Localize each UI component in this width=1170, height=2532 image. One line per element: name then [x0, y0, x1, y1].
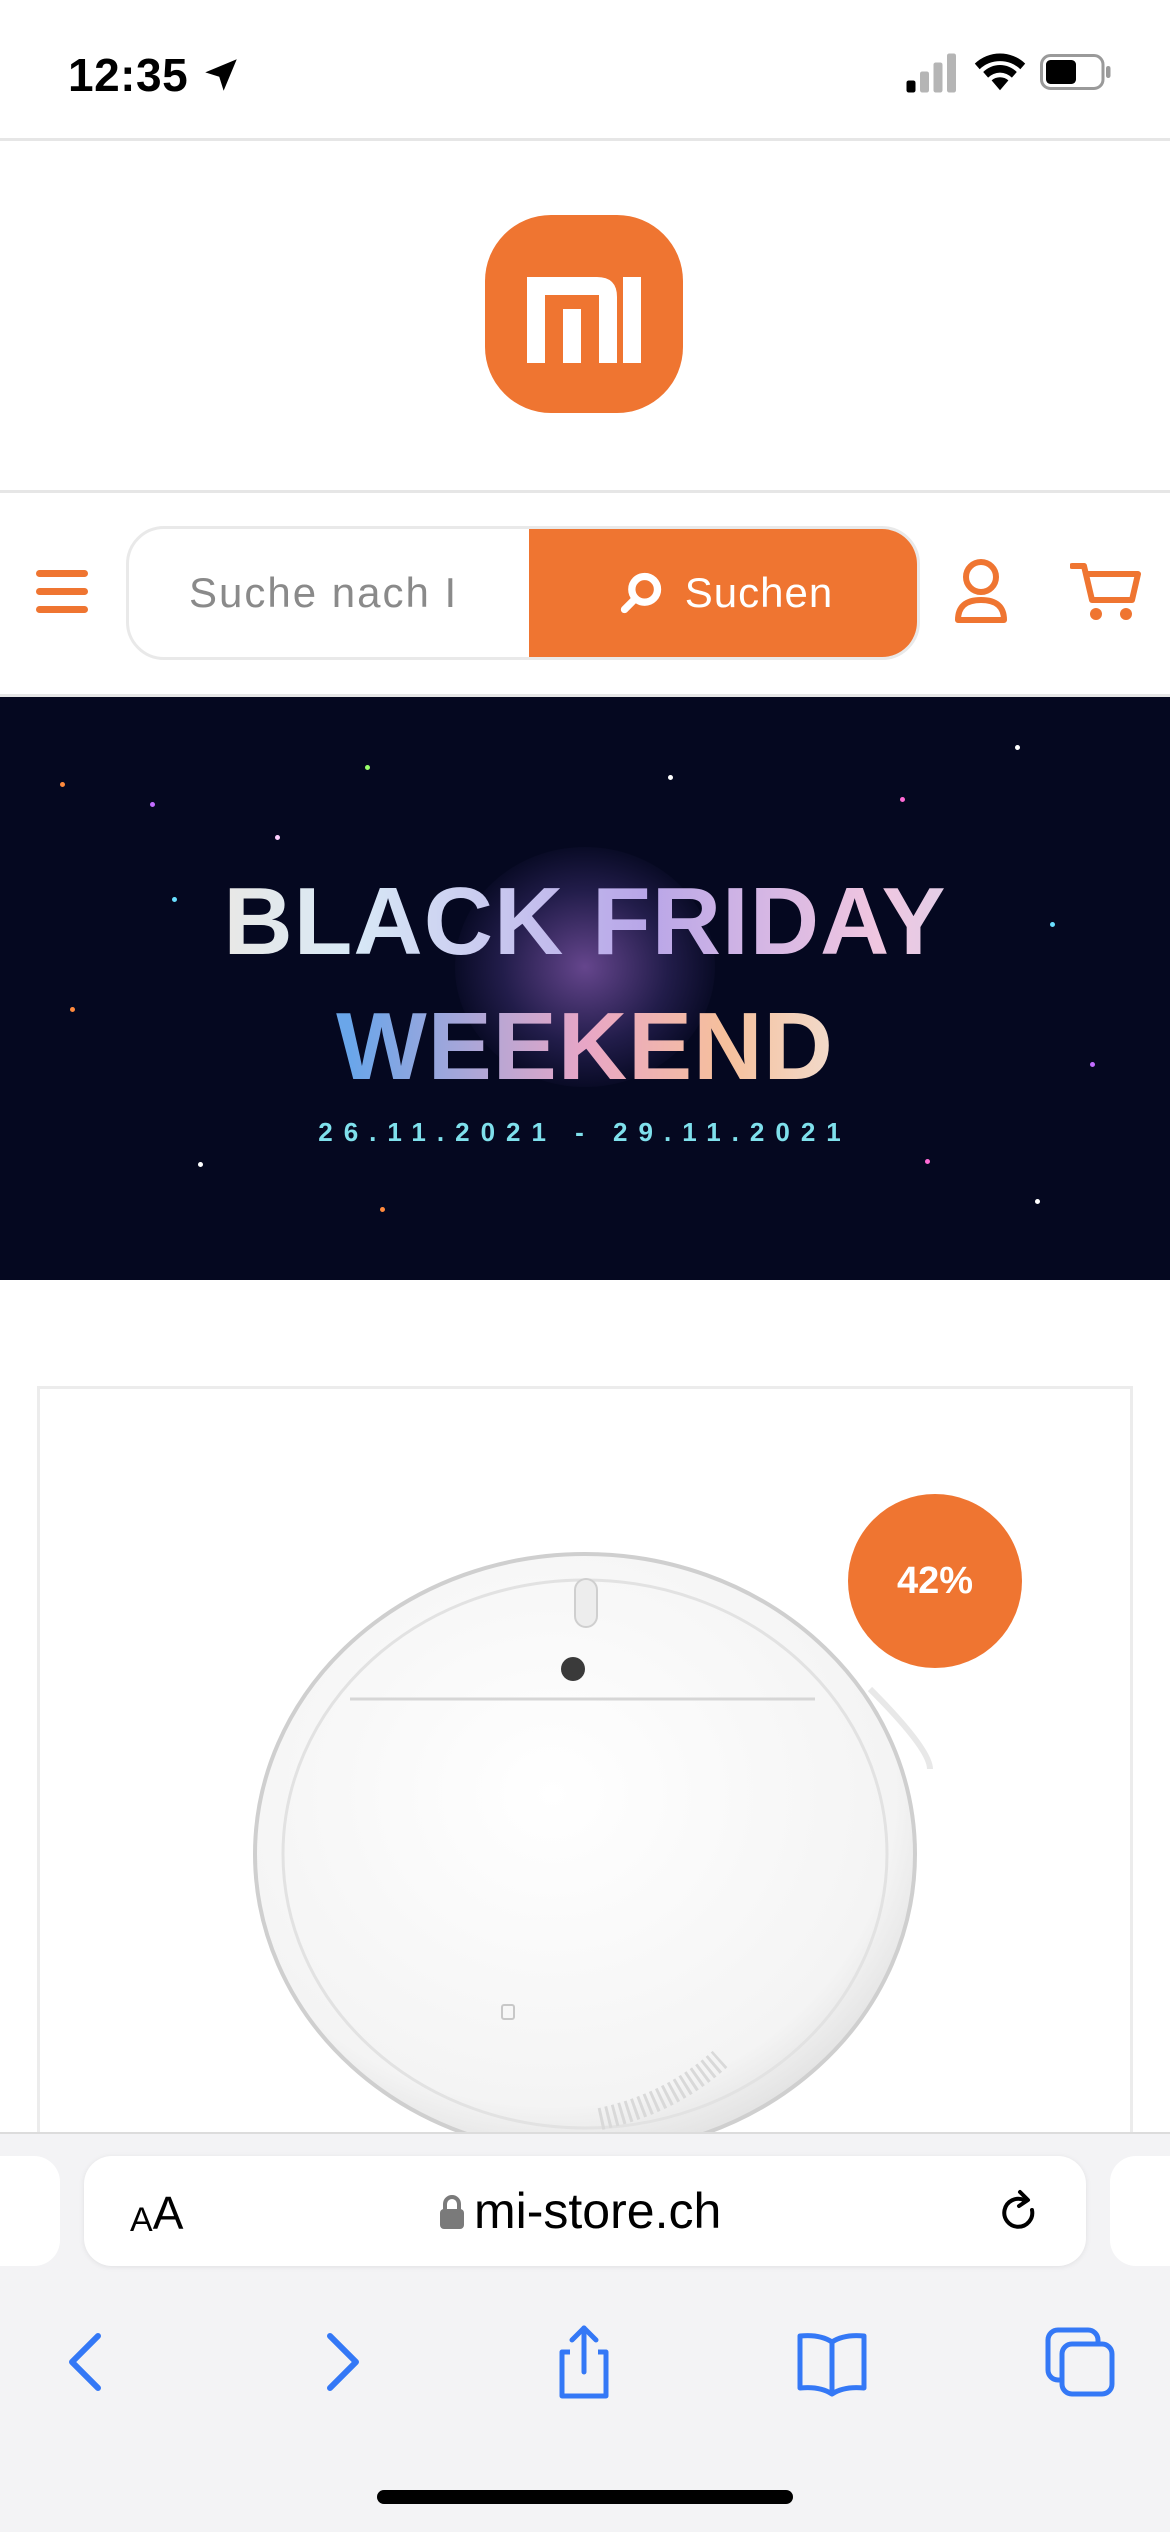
aa-small-letter: A — [130, 2201, 153, 2239]
status-time: 12:35 — [68, 49, 189, 101]
battery-icon — [1040, 54, 1111, 90]
address-bar[interactable]: A A mi-store.ch — [84, 2156, 1086, 2266]
confetti — [275, 835, 280, 840]
search-button-label: Suchen — [684, 569, 834, 616]
bookmarks-icon[interactable] — [792, 2322, 872, 2402]
confetti — [60, 782, 65, 787]
header-divider — [0, 138, 1170, 141]
home-indicator — [377, 2490, 793, 2504]
search-input[interactable] — [129, 529, 529, 657]
confetti — [150, 802, 155, 807]
hamburger-icon[interactable] — [36, 568, 88, 616]
search-button[interactable]: Suchen — [529, 529, 917, 657]
confetti — [1035, 1199, 1040, 1204]
cellular-signal-icon — [906, 53, 956, 93]
black-friday-banner[interactable]: BLACK FRIDAY WEEKEND 26.11.2021 - 29.11.… — [0, 697, 1170, 1280]
confetti — [198, 1162, 203, 1167]
back-icon[interactable] — [48, 2322, 128, 2402]
search-bar: Suche n — [126, 526, 920, 660]
previous-tab-peek[interactable] — [0, 2156, 60, 2266]
mi-logo-mark — [527, 277, 641, 363]
wifi-icon — [974, 53, 1026, 91]
share-icon[interactable] — [544, 2322, 624, 2402]
location-arrow-icon — [205, 59, 237, 91]
user-icon[interactable] — [952, 556, 1010, 626]
cart-icon[interactable] — [1070, 560, 1142, 624]
confetti — [365, 765, 370, 770]
hero-title-line2: WEEKEND — [0, 992, 1170, 1102]
confetti — [1015, 745, 1020, 750]
page-settings-button[interactable]: A A — [130, 2184, 183, 2240]
next-tab-peek[interactable] — [1110, 2156, 1170, 2266]
tabs-icon[interactable] — [1040, 2322, 1120, 2402]
confetti — [900, 797, 905, 802]
status-bar: 12:35 — [0, 0, 1170, 140]
confetti — [668, 775, 673, 780]
confetti — [925, 1159, 930, 1164]
discount-badge: 42% — [848, 1494, 1022, 1668]
hero-title-line1: BLACK FRIDAY — [0, 867, 1170, 977]
reload-icon[interactable] — [994, 2188, 1044, 2238]
magnifier-icon — [620, 572, 661, 614]
confetti — [380, 1207, 385, 1212]
url-text: mi-store.ch — [474, 2183, 722, 2239]
logo-divider — [0, 490, 1170, 493]
mi-logo[interactable] — [485, 215, 683, 413]
hero-dates: 26.11.2021 - 29.11.2021 — [318, 1117, 852, 1147]
aa-large-letter: A — [152, 2187, 184, 2239]
lock-icon — [440, 2195, 464, 2229]
forward-icon[interactable] — [300, 2322, 380, 2402]
